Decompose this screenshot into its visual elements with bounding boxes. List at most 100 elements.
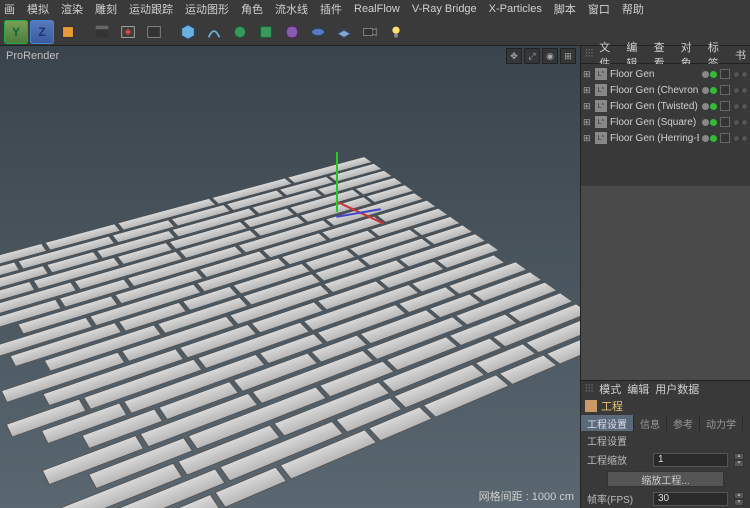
renderer-label: ProRender xyxy=(6,50,59,62)
object-name[interactable]: Floor Gen (Twisted) xyxy=(610,101,699,112)
vp-zoom-icon[interactable]: ⤢ xyxy=(524,48,540,64)
visibility-dots[interactable] xyxy=(702,103,717,110)
scale-project-button[interactable]: 缩放工程... xyxy=(607,471,724,487)
floorgen-icon: L° xyxy=(595,132,607,144)
viewport[interactable]: ProRender ✥ ⤢ ◉ ⊞ 网格间距 : 1000 cm xyxy=(0,46,580,508)
object-tag[interactable] xyxy=(720,101,730,111)
object-name[interactable]: Floor Gen xyxy=(610,69,699,80)
floor-icon[interactable] xyxy=(332,20,356,44)
attribute-manager: ⫶⫶⫶ 模式 编辑 用户数据 工程 工程设置信息参考动力学 工程设置 工程缩放 … xyxy=(581,380,750,508)
render-region-icon[interactable] xyxy=(116,20,140,44)
object-name[interactable]: Floor Gen (Chevron) xyxy=(610,85,699,96)
object-list[interactable]: ⊞L°Floor Gen⊞L°Floor Gen (Chevron)⊞L°Flo… xyxy=(581,64,750,186)
menu-11[interactable]: X-Particles xyxy=(489,3,542,15)
menu-4[interactable]: 运动跟踪 xyxy=(129,1,173,17)
attr-title: 工程 xyxy=(581,397,750,415)
object-name[interactable]: Floor Gen (Square) xyxy=(610,117,699,128)
object-tag[interactable] xyxy=(720,117,730,127)
object-name[interactable]: Floor Gen (Herring-B) xyxy=(610,133,699,144)
expand-icon[interactable]: ⊞ xyxy=(583,101,592,112)
project-scale-spinner[interactable]: ▴▾ xyxy=(734,453,744,467)
visibility-dots[interactable] xyxy=(702,135,717,142)
om-menu-bookmarks[interactable]: 书 xyxy=(735,47,746,63)
visibility-dots[interactable] xyxy=(702,87,717,94)
vp-orbit-icon[interactable]: ◉ xyxy=(542,48,558,64)
attr-tab-3[interactable]: 动力学 xyxy=(700,415,743,431)
attr-tab-0[interactable]: 工程设置 xyxy=(581,415,634,431)
menu-12[interactable]: 脚本 xyxy=(554,1,576,17)
generator-icon[interactable] xyxy=(254,20,278,44)
floorgen-icon: L° xyxy=(595,68,607,80)
attr-menu-edit[interactable]: 编辑 xyxy=(627,381,649,397)
visibility-dots[interactable] xyxy=(702,119,717,126)
vp-pan-icon[interactable]: ✥ xyxy=(506,48,522,64)
menu-7[interactable]: 流水线 xyxy=(275,1,308,17)
menu-9[interactable]: RealFlow xyxy=(354,3,400,15)
floorgen-icon: L° xyxy=(595,84,607,96)
clapper-icon[interactable] xyxy=(90,20,114,44)
deformer-icon[interactable] xyxy=(280,20,304,44)
primitive-cube-icon[interactable] xyxy=(176,20,200,44)
object-tag[interactable] xyxy=(720,85,730,95)
viewport-nav-icons: ✥ ⤢ ◉ ⊞ xyxy=(506,48,576,64)
nurbs-icon[interactable] xyxy=(228,20,252,44)
menu-1[interactable]: 模拟 xyxy=(27,1,49,17)
spline-pen-icon[interactable] xyxy=(202,20,226,44)
vp-layout-icon[interactable]: ⊞ xyxy=(560,48,576,64)
axis-z-button[interactable]: Z xyxy=(30,20,54,44)
menu-5[interactable]: 运动图形 xyxy=(185,1,229,17)
object-row[interactable]: ⊞L°Floor Gen (Square) xyxy=(581,114,750,130)
main-menubar: 画模拟渲染雕刻运动跟踪运动图形角色流水线插件 RealFlow V-Ray Brid… xyxy=(0,0,750,18)
project-scale-input[interactable]: 1 xyxy=(653,453,728,467)
object-manager-empty xyxy=(581,186,750,380)
project-scale-label: 工程缩放 xyxy=(587,452,647,467)
object-row[interactable]: ⊞L°Floor Gen (Chevron) xyxy=(581,82,750,98)
attr-tab-2[interactable]: 参考 xyxy=(667,415,700,431)
fps-field: 帧率(FPS) 30 ▴▾ xyxy=(581,489,750,508)
attr-tabs: 工程设置信息参考动力学 xyxy=(581,415,750,431)
layer-dots[interactable] xyxy=(733,87,748,94)
expand-icon[interactable]: ⊞ xyxy=(583,133,592,144)
layer-dots[interactable] xyxy=(733,71,748,78)
expand-icon[interactable]: ⊞ xyxy=(583,69,592,80)
attr-menu-mode[interactable]: 模式 xyxy=(599,381,621,397)
attr-group-heading: 工程设置 xyxy=(581,431,750,450)
menu-3[interactable]: 雕刻 xyxy=(95,1,117,17)
object-tag[interactable] xyxy=(720,133,730,143)
cube-tool-icon[interactable] xyxy=(56,20,80,44)
menu-8[interactable]: 插件 xyxy=(320,1,342,17)
camera-icon[interactable] xyxy=(358,20,382,44)
expand-icon[interactable]: ⊞ xyxy=(583,117,592,128)
object-tag[interactable] xyxy=(720,69,730,79)
environment-icon[interactable] xyxy=(306,20,330,44)
render-settings-icon[interactable] xyxy=(142,20,166,44)
menu-13[interactable]: 窗口 xyxy=(588,1,610,17)
fps-spinner[interactable]: ▴▾ xyxy=(734,492,744,506)
menu-6[interactable]: 角色 xyxy=(241,1,263,17)
layer-dots[interactable] xyxy=(733,135,748,142)
object-row[interactable]: ⊞L°Floor Gen (Twisted) xyxy=(581,98,750,114)
object-row[interactable]: ⊞L°Floor Gen (Herring-B) xyxy=(581,130,750,146)
project-scale-field: 工程缩放 1 ▴▾ xyxy=(581,450,750,469)
fps-label: 帧率(FPS) xyxy=(587,491,647,506)
fps-input[interactable]: 30 xyxy=(653,492,728,506)
menu-10[interactable]: V-Ray Bridge xyxy=(412,3,477,15)
object-manager-menubar: ⫶⫶⫶ 文件 编辑 查看 对象 标签 书 xyxy=(581,46,750,64)
layer-dots[interactable] xyxy=(733,119,748,126)
light-icon[interactable] xyxy=(384,20,408,44)
menu-14[interactable]: 帮助 xyxy=(622,1,644,17)
layer-dots[interactable] xyxy=(733,103,748,110)
right-panel: ⫶⫶⫶ 文件 编辑 查看 对象 标签 书 ⊞L°Floor Gen⊞L°Floo… xyxy=(580,46,750,508)
attr-menubar: ⫶⫶⫶ 模式 编辑 用户数据 xyxy=(581,381,750,397)
visibility-dots[interactable] xyxy=(702,71,717,78)
project-icon xyxy=(585,400,597,412)
menu-0[interactable]: 画 xyxy=(4,1,15,17)
floorgen-icon: L° xyxy=(595,100,607,112)
axis-y-button[interactable]: Y xyxy=(4,20,28,44)
attr-menu-userdata[interactable]: 用户数据 xyxy=(655,381,699,397)
menu-2[interactable]: 渲染 xyxy=(61,1,83,17)
expand-icon[interactable]: ⊞ xyxy=(583,85,592,96)
floor-geometry xyxy=(0,157,580,508)
attr-tab-1[interactable]: 信息 xyxy=(634,415,667,431)
object-row[interactable]: ⊞L°Floor Gen xyxy=(581,66,750,82)
